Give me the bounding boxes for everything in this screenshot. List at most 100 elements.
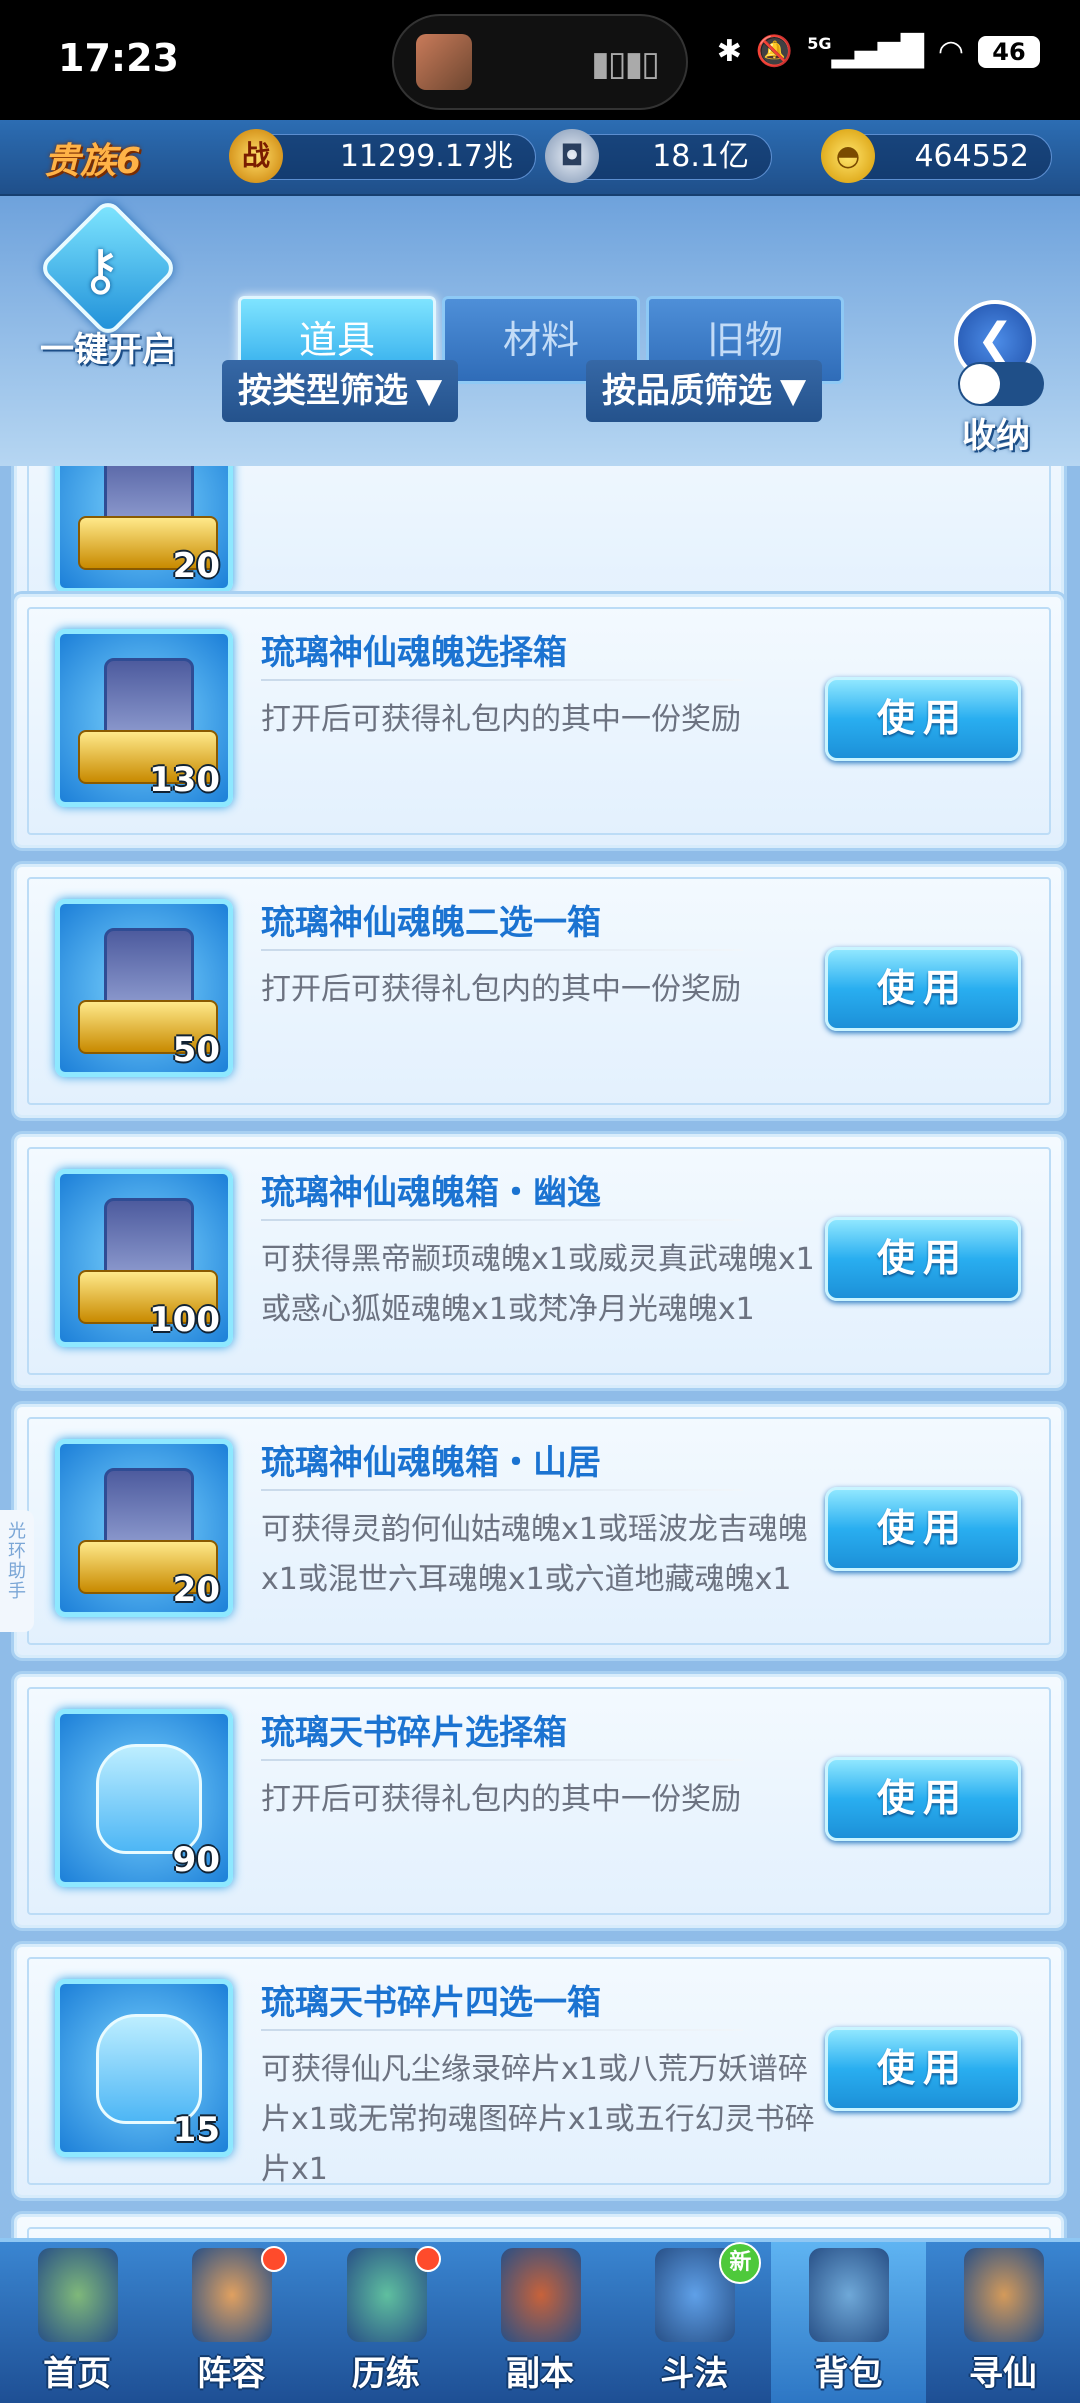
nav-home[interactable]: 首页 [0,2242,154,2403]
nav-lineup[interactable]: 阵容 [154,2242,308,2403]
item-title: 琉璃天书碎片四选一箱 [261,1983,601,2023]
nav-label: 历练 [351,2354,420,2394]
home-icon [38,2248,118,2342]
use-button[interactable]: 使用 [825,677,1021,761]
key-icon: ⚷ [80,238,122,303]
item-count: 15 [172,2110,220,2150]
bag-icon [809,2248,890,2342]
gold-counter: ◓ 464552 [821,129,1052,183]
use-button[interactable]: 使用 [825,1487,1021,1571]
item-count: 50 [172,1030,220,1070]
battle-power-icon: 战 [229,129,283,183]
one-key-open-label: 一键开启 [40,330,176,370]
item-description: 打开后可获得礼包内的其中一份奖励 [261,702,741,737]
item-count: 100 [149,1300,220,1340]
item-thumbnail[interactable]: 100 [55,1169,233,1347]
nav-seek-immortal[interactable]: 寻仙 [926,2242,1080,2403]
collapse-toggle-label: 收纳 [962,416,1030,456]
use-button[interactable]: 使用 [825,1757,1021,1841]
item-thumbnail[interactable]: 50 [55,899,233,1077]
side-assistant-tab[interactable]: 光环助手 [0,1510,34,1632]
red-dot-badge [414,2246,441,2272]
one-key-open-button[interactable]: ⚷ 一键开启 [30,197,180,370]
funnel-icon: ▼ [780,371,807,411]
item-card[interactable]: 20 琉璃神仙魂魄箱・山居 可获得灵韵何仙姑魂魄x1或瑶波龙吉魂魄x1或混世六耳魂魄… [14,1404,1064,1658]
nav-label: 背包 [814,2354,883,2394]
item-list[interactable]: 20片x1使用130琉璃神仙魂魄选择箱打开后可获得礼包内的其中一份奖励使用50琉… [0,466,1080,2238]
title-divider [261,949,743,951]
item-title: 琉璃神仙魂魄二选一箱 [261,903,601,943]
resource-bar: 贵族6 战 11299.17兆 ◘ 18.1亿 ◓ 464552 [0,120,1080,196]
bag-icon [96,1744,202,1854]
bag-header: ⚷ 一键开启 道具 材料 旧物 ❮ 按类型筛选 ▼ 按品质筛选 ▼ 收纳 [0,196,1080,466]
item-count: 20 [172,1570,220,1610]
dungeon-icon [500,2248,581,2342]
gold-ingot-icon: ◓ [821,129,875,183]
use-button[interactable]: 使用 [825,947,1021,1031]
item-count: 130 [149,760,220,800]
item-card[interactable]: 15 琉璃天书碎片四选一箱可获得仙凡尘缘录碎片x1或八荒万妖谱碎片x1或无常拘魂图… [14,1944,1064,2198]
game-screen: 贵族6 战 11299.17兆 ◘ 18.1亿 ◓ 464552 ⚷ 一键开启 … [0,120,1080,2403]
bottom-nav: 首页 阵容 历练 副本 新斗法背包 寻仙 [0,2238,1080,2403]
item-count: 20 [172,546,220,586]
bluetooth-icon: ✱ [716,34,742,69]
title-divider [261,679,743,681]
nav-label: 副本 [505,2354,574,2394]
item-title: 琉璃神仙魂魄选择箱 [261,633,567,673]
nav-training[interactable]: 历练 [309,2242,463,2403]
power-value: 11299.17兆 [339,139,513,174]
item-description: 打开后可获得礼包内的其中一份奖励 [261,1782,741,1817]
copper-coin-icon: ◘ [545,129,599,183]
item-title: 琉璃神仙魂魄箱・幽逸 [261,1173,601,1213]
use-button[interactable]: 使用 [825,1217,1021,1301]
status-bar: 17:23 ▮▯▮▯ ✱ 🔕 5G▂▄▆█ ◠ 46 [0,0,1080,120]
collapse-toggle[interactable] [958,362,1044,406]
title-divider [261,1219,743,1221]
item-thumbnail[interactable]: 15 [55,1979,233,2157]
copper-value: 18.1亿 [652,139,749,174]
use-button[interactable]: 使用 [825,2027,1021,2111]
nav-arena[interactable]: 新斗法 [617,2242,771,2403]
item-description: 打开后可获得礼包内的其中一份奖励 [261,972,741,1007]
filter-by-type-label: 按类型筛选 [238,371,408,411]
item-thumbnail[interactable]: 130 [55,629,233,807]
item-count: 90 [172,1840,220,1880]
item-card[interactable]: 琉璃幻仙碎片选择箱 [14,2214,1064,2238]
filter-by-quality-button[interactable]: 按品质筛选 ▼ [586,360,823,422]
item-description: 可获得仙凡尘缘录碎片x1或八荒万妖谱碎片x1或无常拘魂图碎片x1或五行幻灵书碎片… [261,2052,815,2187]
cell-signal-icon: 5G▂▄▆█ [807,34,924,69]
filter-by-type-button[interactable]: 按类型筛选 ▼ [222,360,459,422]
copper-counter: ◘ 18.1亿 [545,129,772,183]
nav-bag[interactable]: 背包 [771,2242,926,2403]
nav-label: 阵容 [197,2354,266,2394]
new-badge: 新 [719,2242,762,2284]
item-thumbnail[interactable]: 20 [55,466,233,593]
audio-wave-icon: ▮▯▮▯ [591,44,660,84]
nav-dungeon[interactable]: 副本 [463,2242,617,2403]
lineup-icon [192,2248,273,2342]
app-thumbnail [416,34,472,90]
item-card[interactable]: 90 琉璃天书碎片选择箱 打开后可获得礼包内的其中一份奖励 使用 [14,1674,1064,1928]
status-time: 17:23 [58,36,179,80]
funnel-icon: ▼ [416,371,443,411]
filter-by-quality-label: 按品质筛选 [602,371,772,411]
wifi-icon: ◠ [937,34,964,69]
item-card[interactable]: 130 琉璃神仙魂魄选择箱打开后可获得礼包内的其中一份奖励 使用 [14,594,1064,848]
title-divider [261,1759,743,1761]
dynamic-island[interactable]: ▮▯▮▯ [392,14,688,110]
seek-immortal-icon [963,2248,1044,2342]
power-counter: 战 11299.17兆 [229,129,536,183]
bag-icon [96,2014,202,2124]
item-card[interactable]: 50 琉璃神仙魂魄二选一箱打开后可获得礼包内的其中一份奖励 使用 [14,864,1064,1118]
toggle-knob [960,364,1000,404]
item-description: 可获得黑帝颛顼魂魄x1或威灵真武魂魄x1或惑心狐姬魂魄x1或梵净月光魂魄x1 [261,1242,815,1327]
item-card[interactable]: 100 琉璃神仙魂魄箱・幽逸可获得黑帝颛顼魂魄x1或威灵真武魂魄x1或惑心狐姬魂魄… [14,1134,1064,1388]
item-thumbnail[interactable]: 90 [55,1709,233,1887]
title-divider [261,1489,743,1491]
battery-icon: 46 [978,35,1040,68]
noble-rank[interactable]: 贵族6 [44,132,141,184]
nav-label: 首页 [43,2354,112,2394]
mute-bell-icon: 🔕 [755,34,794,69]
item-thumbnail[interactable]: 20 [55,1439,233,1617]
card-frame [27,2227,1051,2238]
